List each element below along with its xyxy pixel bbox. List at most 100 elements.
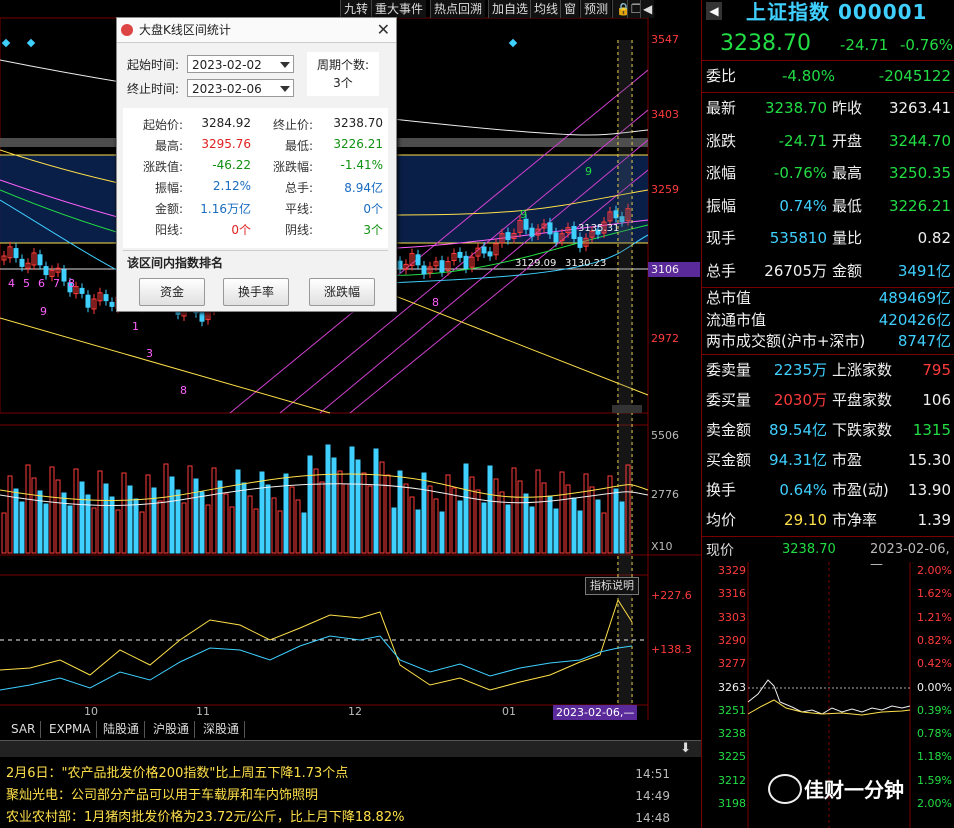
nine-turn-marks: 45678 [8, 277, 75, 290]
volume-bar [241, 482, 247, 554]
current-price-tag: 3106 [648, 262, 700, 277]
volume-bar [595, 499, 601, 554]
news-item[interactable]: 2月6日："农产品批发价格200指数"比上周五下降1.73个点 14:51 [6, 764, 696, 784]
volume-bar [247, 495, 253, 554]
volume-bar [187, 465, 193, 554]
price-change-pct: -0.76% [900, 36, 954, 54]
tab-sar[interactable]: SAR [6, 721, 42, 738]
toolbar-major-events[interactable]: 重大事件 [371, 0, 427, 18]
volume-bar [73, 468, 79, 554]
stat-label: 振幅: [154, 181, 183, 195]
volume-bar [319, 481, 325, 554]
price-change: -24.71 [840, 36, 889, 54]
mini-axis-price: 3238 [718, 727, 746, 741]
download-icon[interactable]: ⬇ [680, 741, 691, 756]
volume-bar [199, 491, 205, 554]
stat-label: 金额: [154, 202, 183, 216]
period-value: 3个 [333, 76, 353, 90]
tab-sz-connect[interactable]: 深股通 [198, 721, 246, 738]
volume-bar [97, 470, 103, 554]
news-item[interactable]: 农业农村部：1月猪肉批发价格为23.72元/公斤，比上月下降18.82% 14:4… [6, 808, 696, 828]
tab-hk-connect[interactable]: 陆股通 [98, 721, 146, 738]
candle-body [19, 258, 25, 267]
volume-bar [397, 470, 403, 554]
candle-body [613, 210, 619, 219]
volume-bar [223, 493, 229, 554]
volume-bar [601, 512, 607, 554]
market-cap-row: 流通市值 420426亿 [706, 310, 951, 329]
volume-bar [31, 477, 37, 554]
volume-bar [25, 464, 31, 554]
candle-body [439, 260, 445, 273]
quote-row: 均价 29.10 市净率 1.39 [706, 511, 951, 529]
rank-by-fund-button[interactable]: 资金 [139, 278, 205, 306]
candle-body [85, 294, 91, 308]
x-axis-label: 01 [502, 705, 516, 718]
stat-label: 阳线: [154, 223, 183, 237]
toolbar-window[interactable]: 窗 [560, 0, 580, 18]
volume-bar [211, 467, 217, 554]
candle-body [79, 287, 85, 294]
toolbar-nine-turn[interactable]: 九转 [340, 0, 372, 18]
volume-bar [445, 474, 451, 554]
candle-body [529, 227, 535, 237]
close-icon[interactable]: ✕ [377, 18, 390, 42]
prev-stock-icon[interactable]: ◀ [706, 2, 722, 20]
tab-expma[interactable]: EXPMA [44, 721, 97, 738]
dialog-title: 大盘K线区间统计 [139, 23, 231, 37]
toolbar-ma[interactable]: 均线 [530, 0, 562, 18]
x-axis-label: 10 [84, 705, 98, 718]
market-cap-row: 总市值 489469亿 [706, 289, 951, 307]
quote-row: 振幅 0.74% 最低 3226.21 [706, 196, 951, 215]
volume-bar [13, 488, 19, 554]
indicator-tabs: SAR EXPMA 陆股通 沪股通 深股通 [0, 721, 701, 738]
toolbar-hot-review[interactable]: 热点回溯 [430, 0, 486, 18]
cursor-date-tag: 2023-02-06,— [553, 705, 638, 720]
mini-axis-price: 3303 [718, 610, 746, 624]
volume-bar [457, 500, 463, 554]
nine-turn-mark: 8 [432, 296, 439, 309]
rank-by-change-button[interactable]: 涨跌幅 [309, 278, 375, 306]
toolbar-add-watchlist[interactable]: 加自选 [488, 0, 532, 18]
start-date-select[interactable]: 2023-02-02 [187, 55, 294, 73]
candle-body [103, 294, 109, 302]
volume-bar [463, 463, 469, 554]
rank-by-turnover-button[interactable]: 换手率 [223, 278, 289, 306]
stat-value: 1.16万亿 [200, 202, 251, 216]
volume-bar [235, 469, 241, 554]
volume-bar [469, 476, 475, 554]
stat-label: 涨跌幅: [272, 160, 313, 174]
candle-body [553, 232, 559, 243]
back-icon[interactable]: ◀ [640, 0, 655, 18]
candle-body [415, 254, 421, 266]
end-date-select[interactable]: 2023-02-06 [187, 79, 294, 97]
nine-turn-mark: 3 [146, 347, 153, 360]
mini-axis-price: 3225 [718, 750, 746, 764]
volume-bar [571, 497, 577, 554]
candle-body [43, 266, 49, 276]
candle-body [199, 310, 205, 322]
volume-bar [409, 496, 415, 554]
indicator-help-button[interactable]: 指标说明 [585, 577, 639, 595]
volume-axis-label: 2776 [651, 488, 679, 501]
mini-axis-price: 3290 [718, 633, 746, 647]
volume-bar [385, 474, 391, 554]
volume-bar [415, 509, 421, 554]
candle-body [577, 236, 583, 248]
volume-bar [19, 501, 25, 554]
dialog-title-bar[interactable]: 大盘K线区间统计 ✕ [117, 18, 396, 43]
tab-sh-connect[interactable]: 沪股通 [148, 721, 196, 738]
volume-bar [217, 480, 223, 554]
volume-bar [577, 510, 583, 554]
toolbar-forecast[interactable]: 预测 [580, 0, 612, 18]
volume-bar [55, 479, 61, 554]
volume-bar [511, 467, 517, 554]
quote-row: 涨跌 -24.71 开盘 3244.70 [706, 131, 951, 150]
volume-bar [181, 502, 187, 554]
volume-bar [553, 508, 559, 554]
volume-bar [151, 487, 157, 554]
volume-bar [115, 509, 121, 554]
volume-bar [619, 501, 625, 554]
volume-bar [127, 485, 133, 554]
news-item[interactable]: 聚灿光电：公司部分产品可以用于车载屏和车内饰照明 14:49 [6, 786, 696, 806]
